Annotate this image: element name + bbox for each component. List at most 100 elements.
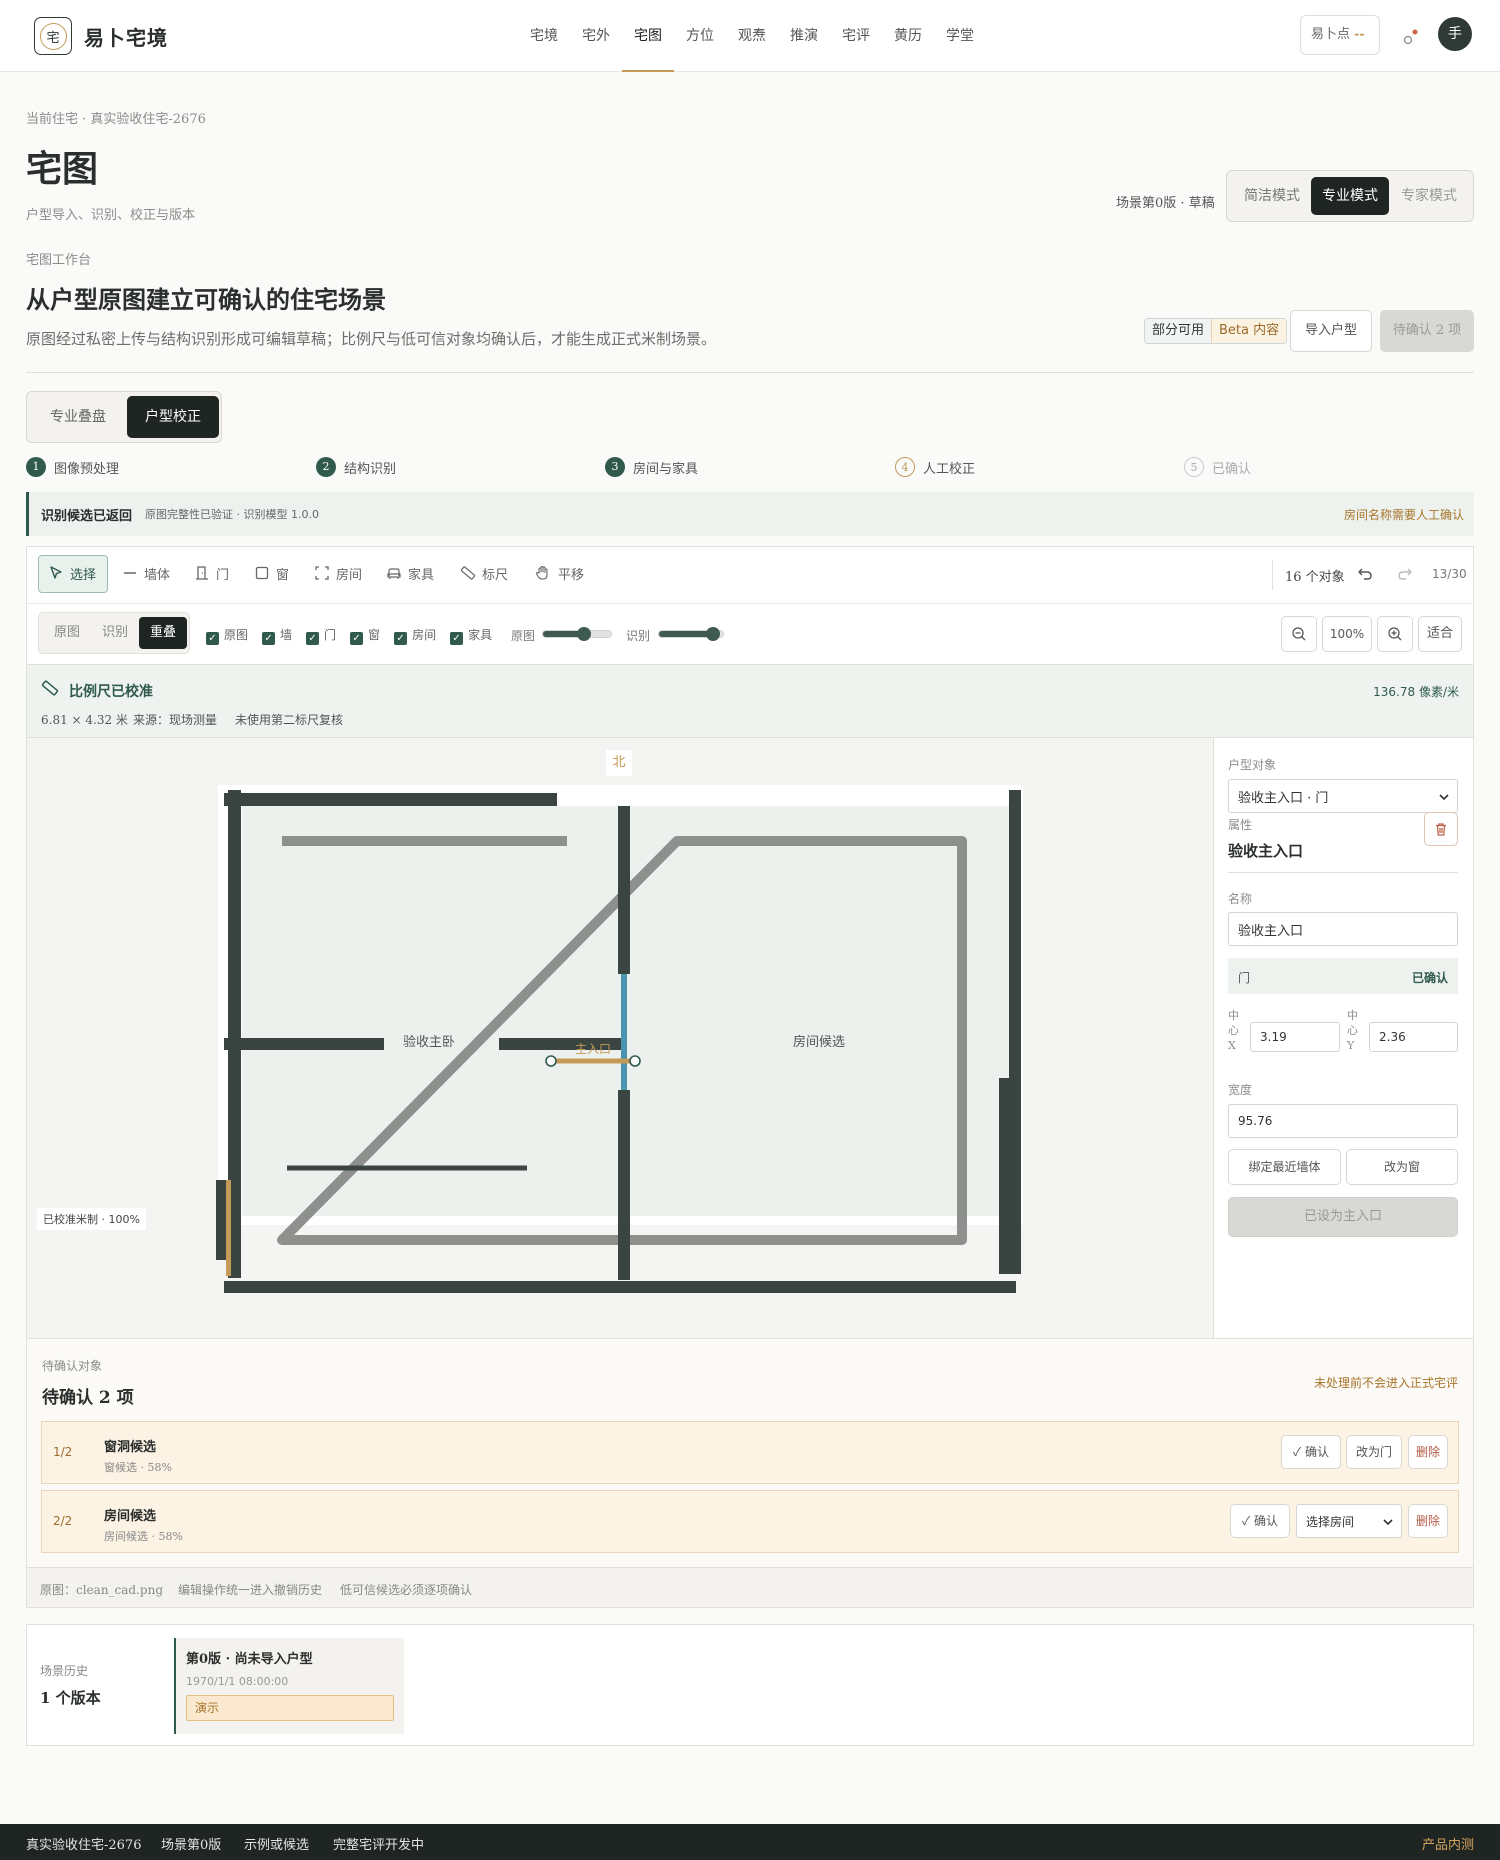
object-selector[interactable]: 验收主入口 · 门: [1228, 779, 1458, 813]
nav-item-fangwei[interactable]: 方位: [674, 0, 726, 72]
tab-overlay[interactable]: 专业叠盘: [31, 396, 125, 438]
points-button[interactable]: 易卜点 --: [1300, 15, 1380, 55]
step-5-number: 5: [1184, 457, 1204, 477]
recognition-opacity-slider[interactable]: [658, 627, 724, 641]
mode-simple[interactable]: 简洁模式: [1233, 177, 1311, 215]
source-file: 原图：clean_cad.png: [40, 1583, 164, 1597]
version-item[interactable]: 第0版 · 尚未导入户型 1970/1/1 08:00:00 演示: [174, 1638, 404, 1734]
tool-pan[interactable]: 平移: [534, 555, 584, 591]
import-floorplan-button[interactable]: 导入户型: [1290, 310, 1372, 352]
main-entry-button[interactable]: 已设为主入口: [1228, 1197, 1458, 1237]
wall-mid-left: [224, 1038, 384, 1050]
delete-button[interactable]: 删除: [1408, 1504, 1448, 1538]
nav-item-guanzhao[interactable]: 观焘: [726, 0, 778, 72]
step-5: 5 已确认: [1184, 457, 1251, 477]
delete-object-button[interactable]: [1424, 812, 1458, 846]
nav-item-zhaiwai[interactable]: 宅外: [570, 0, 622, 72]
nav-item-tuiyan[interactable]: 推演: [778, 0, 830, 72]
tool-select[interactable]: 选择: [48, 555, 96, 591]
tool-wall[interactable]: 墙体: [122, 555, 170, 591]
room-label-master[interactable]: 验收主卧: [403, 1031, 455, 1050]
canvas-status: 已校准米制 · 100%: [37, 1208, 146, 1230]
nav-item-zhaijing[interactable]: 宅境: [518, 0, 570, 72]
zoom-out-icon: [1292, 627, 1306, 641]
window-icon: [255, 566, 269, 580]
window-left: [226, 1180, 231, 1276]
pending-item-title: 房间候选: [104, 1509, 157, 1524]
view-overlay[interactable]: 重叠: [139, 617, 187, 649]
tool-furniture[interactable]: 家具: [386, 555, 434, 591]
tool-window[interactable]: 窗: [254, 555, 289, 591]
zoom-in-button[interactable]: [1377, 616, 1413, 652]
type-status: 已确认: [1411, 971, 1448, 985]
step-2-label: 结构识别: [344, 461, 397, 477]
tool-ruler[interactable]: 标尺: [460, 555, 508, 591]
layer-wall-checkbox[interactable]: ✓ 墙: [262, 626, 292, 645]
nav-item-xuetang[interactable]: 学堂: [934, 0, 986, 72]
status-footer: 真实验收住宅-2676 场景第0版 示例或候选 完整宅评开发中 产品内测: [0, 1824, 1500, 1860]
tool-room[interactable]: 房间: [314, 555, 362, 591]
type-value: 门: [1238, 971, 1251, 985]
mode-pro[interactable]: 专业模式: [1311, 177, 1389, 215]
confirm-button[interactable]: ✓ 确认: [1230, 1504, 1290, 1538]
undo-icon[interactable]: [1356, 565, 1374, 583]
check-icon: ✓: [262, 632, 276, 645]
object-count: 16 个对象: [1285, 570, 1345, 585]
convert-to-window-button[interactable]: 改为窗: [1346, 1149, 1458, 1185]
pending-item-sub: 窗候选 · 58%: [104, 1461, 172, 1474]
layer-room-checkbox[interactable]: ✓ 房间: [394, 626, 436, 645]
tool-door[interactable]: 门: [194, 555, 229, 591]
editor-footer: 原图：clean_cad.png 编辑操作统一进入撤销历史 低可信候选必须逐项确…: [27, 1567, 1473, 1607]
original-opacity-slider[interactable]: [542, 627, 612, 641]
room-select[interactable]: 选择房间: [1296, 1504, 1402, 1538]
zoom-level[interactable]: 100%: [1322, 616, 1372, 652]
convert-to-door-button[interactable]: 改为门: [1346, 1435, 1402, 1469]
undo-note: 编辑操作统一进入撤销历史: [178, 1583, 323, 1597]
scale-panel: 比例尺已校准 6.81 × 4.32 米 来源：现场测量 未使用第二标尺复核 1…: [27, 664, 1473, 738]
view-original[interactable]: 原图: [43, 617, 91, 649]
layer-furniture-checkbox[interactable]: ✓ 家具: [450, 626, 492, 645]
pending-confirm-button[interactable]: 待确认 2 项: [1380, 310, 1474, 352]
tab-correction[interactable]: 户型校正: [127, 396, 219, 438]
center-x-input[interactable]: 3.19: [1250, 1022, 1340, 1052]
logo[interactable]: 宅: [34, 17, 72, 55]
step-4-label: 人工校正: [923, 461, 976, 477]
tool-wall-label: 墙体: [144, 567, 171, 583]
slider-knob[interactable]: [576, 627, 591, 641]
width-input[interactable]: 95.76: [1228, 1104, 1458, 1138]
bind-wall-button[interactable]: 绑定最近墙体: [1228, 1149, 1341, 1185]
zoom-out-button[interactable]: [1281, 616, 1317, 652]
points-value: --: [1354, 27, 1365, 42]
nav-item-zhaitu[interactable]: 宅图: [622, 0, 674, 72]
confirm-button[interactable]: ✓ 确认: [1281, 1435, 1341, 1469]
mode-switcher: 简洁模式 专业模式 专家模式: [1226, 170, 1474, 222]
footer-home: 真实验收住宅-2676: [26, 1838, 142, 1853]
layer-original-checkbox[interactable]: ✓ 原图: [206, 626, 248, 645]
floorplan-canvas[interactable]: 北 验收主卧 房间候选 主入口 已校准米制 · 100%: [27, 738, 1213, 1338]
step-3: 3 房间与家具: [605, 457, 698, 477]
fit-button[interactable]: 适合: [1418, 616, 1462, 652]
door-selected: [621, 974, 627, 1090]
center-y-input[interactable]: 2.36: [1369, 1022, 1458, 1052]
room-icon: [315, 566, 329, 580]
layer-window-checkbox[interactable]: ✓ 窗: [350, 626, 380, 645]
nav-item-huangli[interactable]: 黄历: [882, 0, 934, 72]
step-1-label: 图像预处理: [54, 461, 120, 477]
scale-dimensions: 6.81 × 4.32 米: [41, 713, 128, 727]
trash-icon: [1436, 823, 1446, 836]
room-label-candidate[interactable]: 房间候选: [793, 1031, 845, 1050]
redo-icon[interactable]: [1396, 565, 1414, 583]
avatar[interactable]: 手: [1438, 17, 1472, 51]
name-input[interactable]: 验收主入口: [1228, 912, 1458, 946]
view-mode-switcher: 原图 识别 重叠: [38, 612, 190, 654]
layer-door-checkbox[interactable]: ✓ 门: [306, 626, 336, 645]
cursor-icon: [50, 566, 62, 579]
view-recognized[interactable]: 识别: [91, 617, 139, 649]
notification-icon[interactable]: [1400, 26, 1420, 48]
history-counter: 13/30: [1432, 567, 1467, 581]
pending-item-index: 2/2: [53, 1514, 73, 1528]
door-label[interactable]: 主入口: [575, 1040, 611, 1057]
nav-item-zhaiping[interactable]: 宅评: [830, 0, 882, 72]
mode-expert[interactable]: 专家模式: [1389, 177, 1469, 215]
delete-button[interactable]: 删除: [1408, 1435, 1448, 1469]
